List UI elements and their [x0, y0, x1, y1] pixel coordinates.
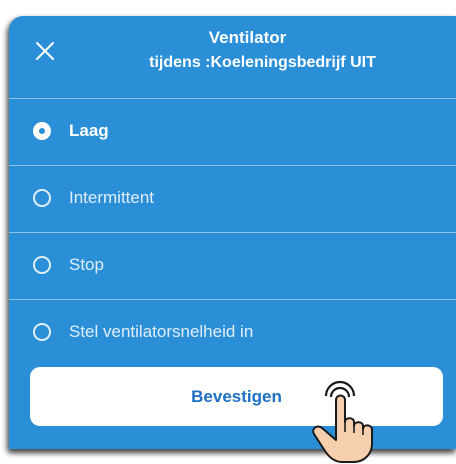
option-intermittent[interactable]: Intermittent	[9, 166, 456, 233]
screen: Ventilator tijdens :Koeleningsbedrijf UI…	[0, 0, 456, 464]
option-label: Stop	[69, 255, 104, 274]
fan-option-list: Laag Intermittent Stop Stel ventilatorsn…	[9, 98, 456, 366]
option-label: Stel ventilatorsnelheid in	[69, 322, 254, 341]
close-icon	[36, 42, 54, 60]
dialog-header: Ventilator tijdens :Koeleningsbedrijf UI…	[9, 16, 456, 82]
dialog-subtitle: tijdens :Koeleningsbedrijf UIT	[149, 54, 376, 71]
option-stop[interactable]: Stop	[9, 233, 456, 300]
option-label: Laag	[69, 121, 109, 140]
close-button[interactable]	[32, 38, 58, 64]
option-set-fan-speed[interactable]: Stel ventilatorsnelheid in	[9, 300, 456, 366]
confirm-button[interactable]: Bevestigen	[30, 367, 443, 426]
radio-selected-icon[interactable]	[33, 122, 51, 140]
radio-unselected-icon[interactable]	[33, 256, 51, 274]
option-laag[interactable]: Laag	[9, 99, 456, 166]
radio-unselected-icon[interactable]	[33, 323, 51, 341]
option-label: Intermittent	[69, 188, 155, 207]
dialog-title: Ventilator	[208, 28, 287, 47]
radio-unselected-icon[interactable]	[33, 189, 51, 207]
fan-mode-dialog: Ventilator tijdens :Koeleningsbedrijf UI…	[9, 16, 456, 449]
